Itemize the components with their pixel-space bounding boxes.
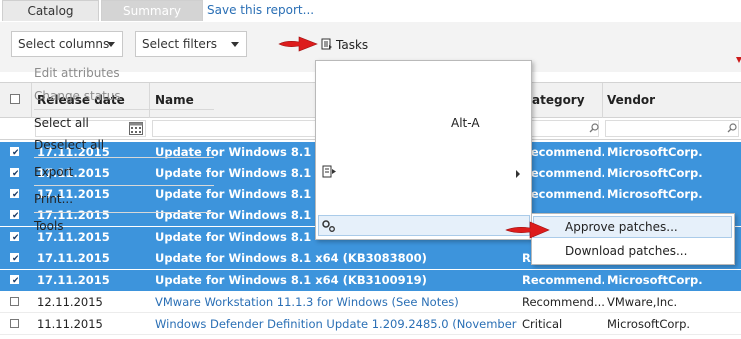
red-arrow-icon [505, 221, 550, 239]
column-name[interactable]: Name [155, 93, 194, 107]
menu-item-export[interactable]: Export [34, 165, 73, 179]
row-name[interactable]: Windows Defender Definition Update 1.209… [155, 314, 517, 335]
row-vendor: MicrosoftCorp. [607, 273, 703, 287]
table-row[interactable]: 12.11.2015 VMware Workstation 11.1.3 for… [0, 292, 741, 313]
row-category: Recommend... [522, 166, 604, 180]
select-columns-label: Select columns [18, 37, 110, 51]
column-divider [31, 83, 32, 118]
select-all-label: Select all [34, 116, 89, 130]
column-category[interactable]: ategory [532, 93, 585, 107]
approve-patches-label: Approve patches... [565, 220, 678, 234]
row-name[interactable]: Update for Windows 8.1 x64 (K [155, 205, 315, 226]
chevron-right-icon [516, 170, 520, 178]
row-vendor: MicrosoftCorp. [607, 317, 691, 331]
menu-item-select-all[interactable]: Select all [34, 116, 89, 130]
menu-separator [34, 212, 214, 213]
row-release-date: 17.11.2015 [37, 273, 110, 287]
tab-summary[interactable]: Summary [101, 0, 203, 21]
save-report-link[interactable]: Save this report... [207, 3, 314, 17]
menu-item-change-status[interactable]: Change status [34, 89, 121, 103]
check-icon: ✔ [12, 254, 19, 262]
row-checkbox[interactable]: ✔ [10, 275, 19, 284]
export-icon [322, 165, 336, 178]
row-checkbox[interactable] [10, 297, 19, 306]
row-vendor: MicrosoftCorp. [607, 145, 703, 159]
select-columns-dropdown[interactable]: Select columns [11, 31, 123, 57]
row-name[interactable]: Update for Windows 8.1 x64 (KB3100919) [155, 270, 515, 291]
check-icon: ✔ [12, 148, 19, 156]
row-vendor: MicrosoftCorp. [607, 187, 703, 201]
table-row[interactable]: ✔ 17.11.2015 Update for Windows 8.1 x64 … [0, 270, 741, 291]
calendar-icon[interactable] [129, 122, 143, 135]
menu-item-print[interactable]: Print... [34, 192, 73, 206]
chevron-down-icon [231, 42, 239, 47]
table-row[interactable]: 11.11.2015 Windows Defender Definition U… [0, 314, 741, 335]
column-vendor[interactable]: Vendor [607, 93, 655, 107]
row-category: Recommend... [522, 187, 604, 201]
row-vendor: MicrosoftCorp. [607, 166, 703, 180]
menu-item-tools[interactable] [318, 215, 530, 236]
vendor-filter-input[interactable] [605, 120, 739, 137]
row-release-date: 17.11.2015 [37, 251, 110, 265]
row-vendor: VMware,Inc. [607, 295, 678, 309]
check-icon: ✔ [12, 276, 19, 284]
row-name[interactable]: Update for Windows 8.1 x64 (KB3083800) [155, 248, 515, 269]
row-category: Recommend... [522, 273, 604, 287]
row-category: Critical [522, 317, 563, 331]
column-divider [602, 83, 603, 118]
tasks-context-menu [315, 60, 532, 240]
row-checkbox[interactable]: ✔ [10, 253, 19, 262]
row-checkbox[interactable]: ✔ [10, 232, 19, 241]
select-filters-label: Select filters [142, 37, 217, 51]
tasks-button[interactable]: Tasks [321, 38, 368, 52]
search-icon [727, 123, 737, 133]
row-name[interactable]: Update for Windows 8.1 x64 (KB [155, 184, 315, 205]
row-checkbox[interactable]: ✔ [10, 189, 19, 198]
tasks-icon [321, 38, 332, 50]
row-checkbox[interactable]: ✔ [10, 168, 19, 177]
row-name[interactable]: Update for Windows 8.1 x64 (KB [155, 163, 315, 184]
red-marker-icon [736, 57, 741, 63]
select-all-shortcut: Alt-A [451, 116, 480, 130]
menu-item-deselect-all[interactable]: Deselect all [34, 138, 104, 152]
menu-separator [34, 185, 214, 186]
menu-item-edit-attributes[interactable]: Edit attributes [34, 66, 120, 80]
row-category: Recommend... [522, 295, 604, 309]
row-name[interactable]: Update for Windows 8.1 x64 ( [155, 227, 315, 248]
menu-separator [34, 109, 214, 110]
row-checkbox[interactable] [10, 319, 19, 328]
row-release-date: 11.11.2015 [37, 317, 103, 331]
gears-icon [322, 220, 335, 232]
tasks-label: Tasks [336, 38, 369, 52]
row-name[interactable]: VMware Workstation 11.1.3 for Windows (S… [155, 292, 515, 313]
column-divider [149, 83, 150, 118]
row-release-date: 12.11.2015 [37, 295, 103, 309]
row-name[interactable]: Update for Windows 8.1 x64 (KB [155, 142, 315, 163]
menu-item-download-patches[interactable]: Download patches... [565, 244, 687, 258]
check-icon: ✔ [12, 190, 19, 198]
menu-separator [34, 157, 214, 158]
menu-item-tools-label: Tools [34, 219, 64, 233]
row-checkbox[interactable]: ✔ [10, 147, 19, 156]
select-all-checkbox[interactable] [10, 94, 20, 104]
row-category: Recommend... [522, 145, 604, 159]
search-icon [589, 123, 599, 133]
select-filters-dropdown[interactable]: Select filters [135, 31, 247, 57]
red-arrow-icon [278, 36, 318, 52]
row-checkbox[interactable]: ✔ [10, 210, 19, 219]
check-icon: ✔ [12, 169, 19, 177]
check-icon: ✔ [12, 211, 19, 219]
chevron-down-icon [107, 42, 115, 47]
check-icon: ✔ [12, 233, 19, 241]
tab-catalog[interactable]: Catalog [2, 0, 99, 21]
